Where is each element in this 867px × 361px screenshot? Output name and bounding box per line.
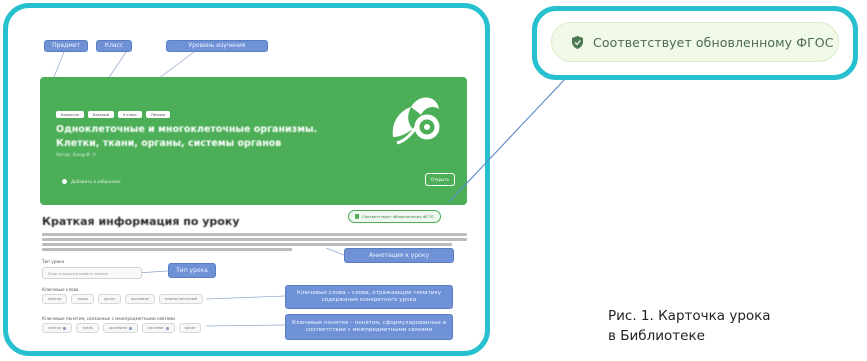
concept-label: орган xyxy=(184,326,196,330)
lesson-type-label: Тип урока xyxy=(42,259,65,264)
keywords-list: клетка ткань орган организм многоклеточн… xyxy=(42,294,203,304)
callout-annotation: Аннотация к уроку xyxy=(344,248,454,263)
fgos-badge-zoom-frame: Соответствует обновленному ФГОС xyxy=(532,6,858,80)
concept-pill[interactable]: ткань xyxy=(76,323,100,333)
lesson-author: Автор: Бонд И. Н. xyxy=(56,153,98,158)
shield-check-icon xyxy=(572,35,583,49)
concept-label: ткань xyxy=(82,326,94,330)
concept-pill[interactable]: клетка xyxy=(42,323,73,333)
concepts-label: Ключевые понятия, связанные с межпредмет… xyxy=(42,316,175,321)
keyword-pill[interactable]: орган xyxy=(98,294,122,304)
biology-illustration-icon xyxy=(392,97,440,145)
figure-caption: Рис. 1. Карточка урока в Библиотеке xyxy=(608,306,771,346)
callout-lesson-type: Тип урока xyxy=(168,263,216,278)
link-icon xyxy=(165,326,169,330)
lesson-chips: Биология Базовый 5 класс Лекция xyxy=(56,111,171,118)
favorite-toggle[interactable]: Добавить в избранное xyxy=(62,179,121,184)
concept-pill[interactable]: орган xyxy=(178,323,202,333)
chip-class[interactable]: 5 класс xyxy=(117,111,143,118)
section-title: Краткая информация по уроку xyxy=(42,215,240,228)
concept-label: система xyxy=(147,326,164,330)
callout-class: Класс xyxy=(96,40,132,52)
caption-line-1: Рис. 1. Карточка урока xyxy=(608,308,771,324)
annotation-text-line xyxy=(42,238,467,241)
open-lesson-button[interactable]: Открыть xyxy=(425,173,455,186)
lesson-card: Предмет Класс Уровень изучения Биология … xyxy=(26,20,474,348)
concept-pill[interactable]: организм xyxy=(103,323,138,333)
chip-type[interactable]: Лекция xyxy=(146,111,171,118)
keywords-label: Ключевые слова xyxy=(42,287,79,292)
callout-education-level: Уровень изучения xyxy=(166,40,268,52)
link-icon xyxy=(128,326,132,330)
lesson-hero-banner: Биология Базовый 5 класс Лекция Одноклет… xyxy=(40,77,467,205)
concepts-list: клетка ткань организм система орган xyxy=(42,323,202,333)
lesson-title: Одноклеточные и многоклеточные организмы… xyxy=(56,124,318,149)
annotation-text-line xyxy=(42,233,467,236)
concept-pill[interactable]: система xyxy=(141,323,175,333)
caption-line-2: в Библиотеке xyxy=(608,328,705,344)
favorite-label: Добавить в избранное xyxy=(71,179,121,184)
keyword-pill[interactable]: клетка xyxy=(42,294,68,304)
fgos-badge-small: Соответствует обновленному ФГОС xyxy=(348,210,442,223)
callout-subject: Предмет xyxy=(44,40,88,52)
favorite-icon xyxy=(62,179,67,184)
keyword-pill[interactable]: многоклеточный xyxy=(158,294,203,304)
annotation-text-line xyxy=(42,248,292,251)
fgos-badge: Соответствует обновленному ФГОС xyxy=(551,22,839,62)
callout-key-concepts: Ключевые понятия – понятия, сформулирова… xyxy=(285,314,453,340)
shield-icon xyxy=(355,214,359,219)
chip-level[interactable]: Базовый xyxy=(87,111,114,118)
keyword-pill[interactable]: организм xyxy=(125,294,155,304)
fgos-small-label: Соответствует обновленному ФГОС xyxy=(362,214,435,219)
fgos-badge-label: Соответствует обновленному ФГОС xyxy=(593,34,834,50)
concept-label: организм xyxy=(109,326,127,330)
annotation-text-line xyxy=(42,243,452,246)
link-icon xyxy=(63,326,67,330)
concept-label: клетка xyxy=(48,326,62,330)
callout-keywords: Ключевые слова – слова, отражающие темат… xyxy=(285,285,453,309)
chip-subject[interactable]: Биология xyxy=(56,111,84,118)
lesson-type-field: Урок открытия нового знания xyxy=(42,267,142,279)
keyword-pill[interactable]: ткань xyxy=(71,294,95,304)
lesson-card-frame: Предмет Класс Уровень изучения Биология … xyxy=(3,3,490,356)
